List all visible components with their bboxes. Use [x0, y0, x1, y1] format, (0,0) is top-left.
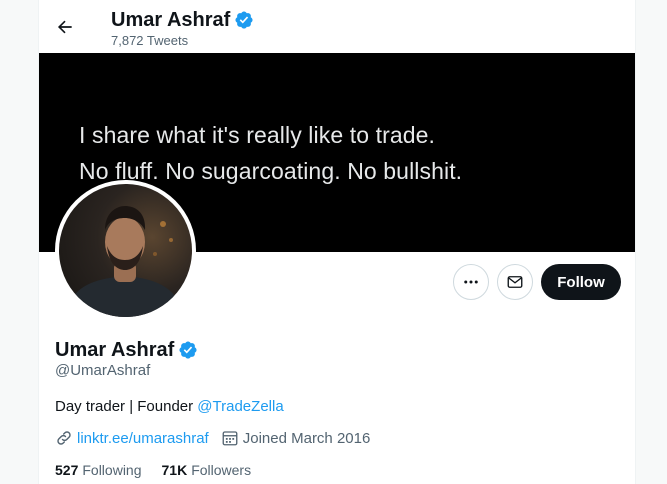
joined-item: Joined March 2016 — [221, 429, 371, 447]
follow-button[interactable]: Follow — [541, 264, 621, 300]
more-button[interactable] — [453, 264, 489, 300]
tweet-count: 7,872 Tweets — [111, 33, 189, 48]
website-item: linktr.ee/umarashraf — [55, 429, 209, 447]
header-title: Umar Ashraf — [111, 8, 254, 32]
website-link[interactable]: linktr.ee/umarashraf — [77, 430, 209, 447]
follow-stats: 527 Following 71K Followers — [55, 462, 251, 478]
profile-name: Umar Ashraf — [55, 338, 198, 362]
more-icon — [464, 280, 478, 284]
followers-count: 71K — [161, 462, 188, 478]
person-silhouette-icon — [67, 206, 183, 317]
profile-bio: Day trader | Founder @TradeZella — [55, 398, 284, 415]
following-link[interactable]: 527 Following — [55, 462, 142, 478]
message-button[interactable] — [497, 264, 533, 300]
profile-name-text: Umar Ashraf — [55, 339, 175, 361]
following-label: Following — [82, 462, 142, 478]
avatar-photo — [59, 184, 192, 317]
profile-handle: @UmarAshraf — [55, 362, 151, 379]
bio-text: Day trader | Founder — [55, 398, 198, 415]
calendar-icon — [222, 431, 238, 446]
back-button[interactable] — [49, 11, 81, 43]
bio-mention-link[interactable]: @TradeZella — [197, 398, 283, 415]
followers-label: Followers — [191, 462, 252, 478]
message-icon — [507, 276, 523, 288]
verified-badge-icon — [179, 341, 197, 359]
avatar[interactable] — [55, 180, 196, 321]
followers-link[interactable]: 71K Followers — [162, 462, 252, 478]
joined-date: Joined March 2016 — [242, 429, 371, 447]
profile-header: Umar Ashraf 7,872 Tweets — [39, 0, 635, 53]
back-arrow-icon — [57, 20, 72, 34]
following-count: 527 — [55, 462, 79, 478]
header-name-text: Umar Ashraf — [111, 9, 231, 31]
banner-line-2: No fluff. No sugarcoating. No bullshit. — [79, 158, 463, 184]
link-icon — [57, 431, 71, 445]
profile-column: Umar Ashraf 7,872 Tweets I share what it… — [38, 0, 636, 484]
verified-badge-icon — [235, 11, 253, 29]
profile-meta: linktr.ee/umarashraf Joined March 2016 — [55, 429, 378, 447]
banner-line-1: I share what it's really like to trade. — [79, 122, 435, 148]
